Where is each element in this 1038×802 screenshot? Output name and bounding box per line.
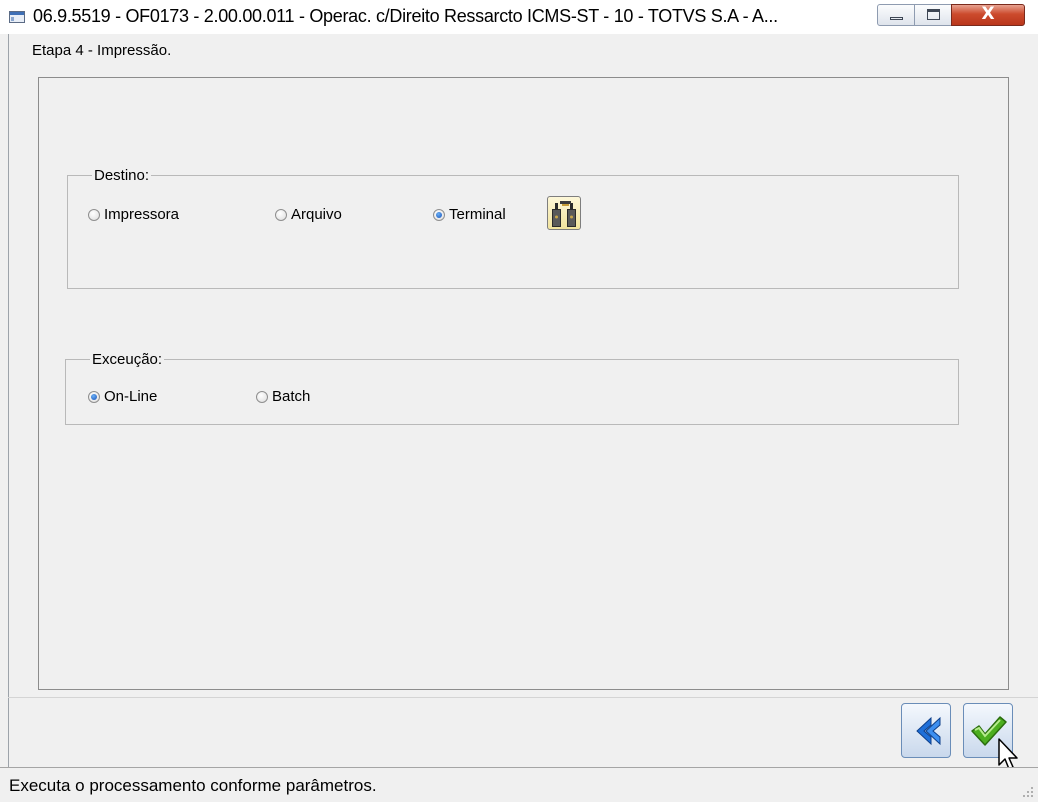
radio-impressora[interactable]: Impressora xyxy=(88,206,179,223)
double-chevron-left-icon xyxy=(916,716,941,746)
window-title: 06.9.5519 - OF0173 - 2.00.00.011 - Opera… xyxy=(33,6,778,26)
printer-settings-button[interactable] xyxy=(547,196,581,230)
radio-impressora-label: Impressora xyxy=(104,206,180,223)
execucao-group: Exceução: xyxy=(65,351,959,425)
radio-circle[interactable] xyxy=(275,208,287,221)
bottom-divider xyxy=(8,697,1038,698)
radio-arquivo[interactable]: Arquivo xyxy=(275,206,342,223)
close-button[interactable]: X xyxy=(951,4,1025,26)
resize-grip-icon[interactable] xyxy=(1022,786,1034,798)
status-bar: Executa o processamento conforme parâmet… xyxy=(0,767,1038,802)
radio-online-label: On-Line xyxy=(104,388,158,405)
radio-online[interactable]: On-Line xyxy=(88,388,157,405)
app-window-icon xyxy=(9,11,25,23)
close-icon: X xyxy=(981,4,995,24)
destino-group: Destino: xyxy=(67,167,959,289)
radio-circle-selected[interactable] xyxy=(433,208,445,221)
radio-arquivo-label: Arquivo xyxy=(291,206,342,223)
title-bar[interactable]: 06.9.5519 - OF0173 - 2.00.00.011 - Opera… xyxy=(0,0,1038,34)
printer-settings-icon xyxy=(552,201,576,227)
minimize-button[interactable] xyxy=(877,4,915,26)
status-text: Executa o processamento conforme parâmet… xyxy=(9,776,377,795)
step-title: Etapa 4 - Impressão. xyxy=(32,42,172,59)
application-window: 06.9.5519 - OF0173 - 2.00.00.011 - Opera… xyxy=(0,0,1038,802)
radio-circle[interactable] xyxy=(256,390,268,403)
minimize-icon xyxy=(890,17,903,20)
radio-batch[interactable]: Batch xyxy=(256,388,310,405)
maximize-icon xyxy=(927,9,940,20)
radio-terminal-label: Terminal xyxy=(449,206,506,223)
radio-circle[interactable] xyxy=(88,208,100,221)
radio-circle-selected[interactable] xyxy=(88,390,100,403)
destino-legend: Destino: xyxy=(94,167,150,184)
maximize-button[interactable] xyxy=(914,4,952,26)
radio-batch-label: Batch xyxy=(272,388,311,405)
back-button[interactable] xyxy=(901,703,951,758)
execucao-legend: Exceução: xyxy=(92,351,163,368)
radio-terminal[interactable]: Terminal xyxy=(433,206,506,223)
